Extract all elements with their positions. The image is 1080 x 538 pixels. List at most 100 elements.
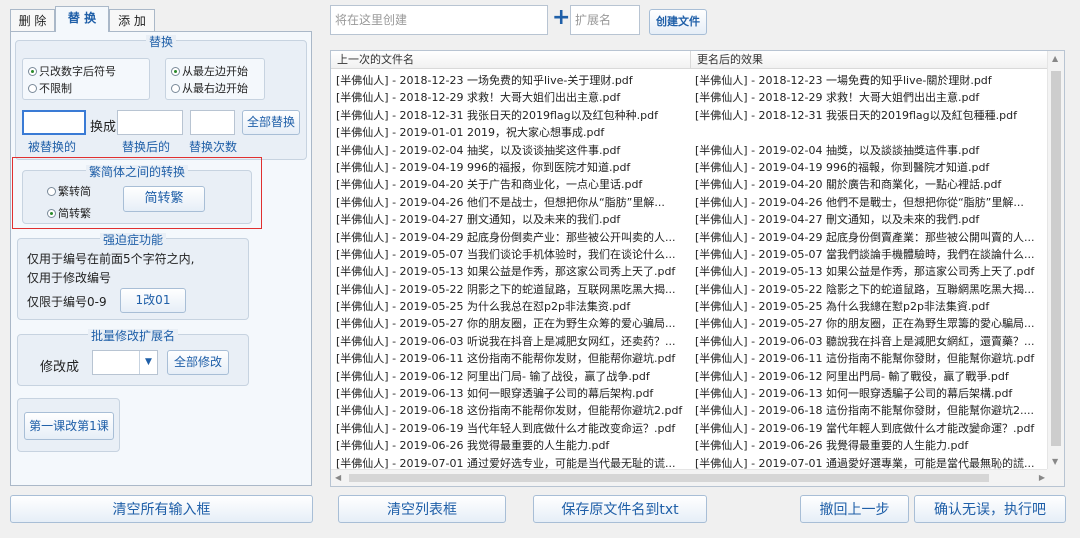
clear-list-button[interactable]: 清空列表框 [338, 495, 506, 523]
table-row[interactable]: [半佛仙人] - 2019-05-25 为什么我总在怼p2p非法集资.pdf [半… [331, 298, 1049, 315]
pad-number-button[interactable]: 1改01 [120, 288, 186, 313]
replaced-text-input[interactable] [22, 110, 86, 135]
radio-checked-icon [28, 67, 37, 76]
old-filename-cell: [半佛仙人] - 2018-12-29 求救！大哥大姐们出出主意.pdf [336, 91, 621, 105]
radio-unchecked-icon [28, 84, 37, 93]
new-filename-cell: [半佛仙人] - 2018-12-23 一場免費的知乎live-關於理財.pdf [695, 74, 992, 87]
replace-title: 替换 [145, 35, 176, 49]
table-row[interactable]: [半佛仙人] - 2019-04-20 关于广告和商业化，一点心里话.pdf [半… [331, 176, 1049, 193]
ext-select[interactable]: ▼ [92, 350, 158, 375]
radio-s2t[interactable]: 简转繁 [47, 205, 91, 221]
old-filename-cell: [半佛仙人] - 2019-06-03 听说我在抖音上是减肥女网红，还卖药？..… [336, 334, 676, 348]
radio-unchecked-icon [171, 84, 180, 93]
chevron-down-icon[interactable]: ▼ [139, 351, 157, 374]
new-filename-cell: [半佛仙人] - 2018-12-29 求救！大哥大姐們出出主意.pdf [695, 91, 980, 105]
table-row[interactable]: [半佛仙人] - 2019-05-07 当我们谈论手机体验时，我们在谈论什么..… [331, 246, 1049, 263]
confirm-execute-button[interactable]: 确认无误，执行吧 [914, 495, 1066, 523]
convert-title: 繁简体之间的转换 [85, 165, 188, 179]
new-filename-cell: [半佛仙人] - 2019-04-26 他們不是戰士，但想把你從“脂肪”里解..… [695, 195, 1024, 209]
replaced-label: 被替换的 [28, 140, 77, 154]
table-row[interactable]: [半佛仙人] - 2019-05-13 如果公益是作秀，那这家公司秀上天了.pd… [331, 263, 1049, 280]
old-filename-cell: [半佛仙人] - 2018-12-23 一场免费的知乎live-关于理财.pdf [336, 74, 633, 87]
scroll-left-icon[interactable]: ◀ [335, 474, 341, 482]
plus-icon: + [552, 5, 571, 30]
file-list[interactable]: 上一次的文件名 更名后的效果 [半佛仙人] - 2018-12-23 一场免费的… [330, 50, 1065, 487]
create-file-button[interactable]: 创建文件 [649, 9, 707, 35]
radio-unlimited[interactable]: 不限制 [28, 80, 72, 96]
new-filename-cell: [半佛仙人] - 2019-04-20 關於廣告和商業化，一點心裡話.pdf [695, 178, 1002, 192]
batch-ext-label: 修改成 [40, 360, 80, 375]
old-filename-cell: [半佛仙人] - 2019-04-19 996的福报，你到医院才知道.pdf [336, 160, 631, 174]
replace-all-button[interactable]: 全部替换 [242, 110, 300, 135]
table-row[interactable]: [半佛仙人] - 2018-12-23 一场免费的知乎live-关于理财.pdf… [331, 72, 1049, 89]
tab-delete[interactable]: 删 除 [10, 9, 55, 31]
table-row[interactable]: [半佛仙人] - 2019-06-19 当代年轻人到底做什么才能改变命运？.pd… [331, 420, 1049, 437]
table-row[interactable]: [半佛仙人] - 2019-04-26 他们不是战士，但想把你从“脂肪”里解..… [331, 194, 1049, 211]
table-row[interactable]: [半佛仙人] - 2019-06-03 听说我在抖音上是减肥女网红，还卖药？..… [331, 333, 1049, 350]
after-label: 替换后的 [122, 140, 171, 154]
old-filename-cell: [半佛仙人] - 2019-06-11 这份指南不能帮你发财，但能帮你避坑.pd… [336, 352, 676, 366]
new-filename-cell: [半佛仙人] - 2019-05-13 如果公益是作秀，那這家公司秀上天了.pd… [695, 265, 1035, 279]
scroll-down-icon[interactable]: ▼ [1052, 458, 1058, 466]
new-filename-cell: [半佛仙人] - 2019-06-19 當代年輕人到底做什么才能改變命運？.pd… [695, 421, 1035, 435]
new-filename-cell: [半佛仙人] - 2019-04-29 起底身份倒賣產業：那些被公開叫賣的人..… [695, 230, 1035, 244]
table-row[interactable]: [半佛仙人] - 2019-01-01 2019，祝大家心想事成.pdf [331, 124, 1049, 141]
extension-input[interactable]: 扩展名 [570, 5, 640, 35]
table-row[interactable]: [半佛仙人] - 2019-06-11 这份指南不能帮你发财，但能帮你避坑.pd… [331, 350, 1049, 367]
new-filename-cell: [半佛仙人] - 2019-05-25 為什么我總在懟p2p非法集資.pdf [695, 300, 990, 314]
radio-from-right[interactable]: 从最右边开始 [171, 80, 248, 96]
replacement-text-input[interactable] [117, 110, 183, 135]
modify-all-button[interactable]: 全部修改 [167, 350, 229, 375]
create-name-input[interactable]: 将在这里创建 [330, 5, 548, 35]
new-filename-cell: [半佛仙人] - 2018-12-31 我張日天的2019flag以及紅包種種.… [695, 108, 1017, 122]
new-filename-cell: [半佛仙人] - 2019-06-18 這份指南不能幫你發財，但能幫你避坑2..… [695, 404, 1034, 418]
scroll-up-icon[interactable]: ▲ [1052, 55, 1058, 63]
clear-inputs-button[interactable]: 清空所有输入框 [10, 495, 313, 523]
hscroll-thumb[interactable] [349, 474, 989, 482]
undo-button[interactable]: 撤回上一步 [800, 495, 909, 523]
table-row[interactable]: [半佛仙人] - 2019-05-22 阴影之下的蛇道鼠路，互联网黑吃黑大揭..… [331, 281, 1049, 298]
table-row[interactable]: [半佛仙人] - 2019-05-27 你的朋友圈，正在为野生众筹的爱心骗局..… [331, 315, 1049, 332]
count-label: 替换次数 [189, 140, 238, 154]
force-note-1: 仅用于编号在前面5个字符之内, [27, 252, 195, 266]
radio-from-left[interactable]: 从最左边开始 [171, 63, 248, 79]
table-row[interactable]: [半佛仙人] - 2018-12-31 我张日天的2019flag以及红包种种.… [331, 107, 1049, 124]
table-row[interactable]: [半佛仙人] - 2019-06-18 这份指南不能帮你发财，但能帮你避坑2.p… [331, 402, 1049, 419]
radio-only-digits[interactable]: 只改数字后符号 [28, 63, 116, 79]
old-filename-cell: [半佛仙人] - 2019-04-20 关于广告和商业化，一点心里话.pdf [336, 178, 643, 192]
radio-unchecked-icon [47, 187, 56, 196]
new-filename-cell: [半佛仙人] - 2019-05-27 你的朋友圈，正在為野生眾籌的愛心騙局..… [695, 317, 1035, 331]
column-header-old[interactable]: 上一次的文件名 [331, 51, 691, 69]
table-row[interactable]: [半佛仙人] - 2019-06-13 如何一眼穿透骗子公司的幕后架构.pdf [… [331, 385, 1049, 402]
change-to-label: 换成 [90, 120, 117, 135]
table-row[interactable]: [半佛仙人] - 2019-04-19 996的福报，你到医院才知道.pdf [半… [331, 159, 1049, 176]
table-row[interactable]: [半佛仙人] - 2018-12-29 求救！大哥大姐们出出主意.pdf [半佛仙… [331, 89, 1049, 106]
tab-add[interactable]: 添 加 [109, 9, 155, 31]
scroll-right-icon[interactable]: ▶ [1039, 474, 1045, 482]
s2t-button[interactable]: 简转繁 [123, 186, 205, 212]
column-header-new[interactable]: 更名后的效果 [691, 51, 1051, 69]
old-filename-cell: [半佛仙人] - 2019-05-07 当我们谈论手机体验时，我们在谈论什么..… [336, 247, 676, 261]
horizontal-scrollbar[interactable]: ◀ ▶ [331, 469, 1049, 486]
force-title: 强迫症功能 [99, 233, 166, 247]
table-row[interactable]: [半佛仙人] - 2019-02-04 抽奖，以及谈谈抽奖这件事.pdf [半佛仙… [331, 142, 1049, 159]
scroll-thumb[interactable] [1051, 71, 1061, 446]
radio-checked-icon [171, 67, 180, 76]
tab-replace[interactable]: 替 换 [55, 6, 109, 32]
table-row[interactable]: [半佛仙人] - 2019-04-29 起底身份倒卖产业：那些被公开叫卖的人..… [331, 229, 1049, 246]
lesson-button[interactable]: 第一课改第1课 [24, 412, 114, 440]
replace-count-input[interactable] [190, 110, 235, 135]
old-filename-cell: [半佛仙人] - 2019-06-13 如何一眼穿透骗子公司的幕后架构.pdf [336, 387, 654, 401]
save-txt-button[interactable]: 保存原文件名到txt [533, 495, 707, 523]
old-filename-cell: [半佛仙人] - 2019-02-04 抽奖，以及谈谈抽奖这件事.pdf [336, 143, 621, 157]
old-filename-cell: [半佛仙人] - 2019-05-13 如果公益是作秀，那这家公司秀上天了.pd… [336, 265, 676, 279]
new-filename-cell: [半佛仙人] - 2019-06-13 如何一眼穿透騙子公司的幕后架構.pdf [695, 387, 1013, 401]
new-filename-cell: [半佛仙人] - 2019-04-19 996的福報，你到醫院才知道.pdf [695, 160, 990, 174]
old-filename-cell: [半佛仙人] - 2019-04-29 起底身份倒卖产业：那些被公开叫卖的人..… [336, 230, 676, 244]
table-row[interactable]: [半佛仙人] - 2019-04-27 删文通知，以及未来的我们.pdf [半佛仙… [331, 211, 1049, 228]
table-row[interactable]: [半佛仙人] - 2019-06-26 我觉得最重要的人生能力.pdf [半佛仙人… [331, 437, 1049, 454]
radio-t2s[interactable]: 繁转简 [47, 183, 91, 199]
table-row[interactable]: [半佛仙人] - 2019-06-12 阿里出门局- 输了战役，赢了战争.pdf… [331, 368, 1049, 385]
vertical-scrollbar[interactable]: ▲ ▼ [1047, 51, 1064, 470]
old-filename-cell: [半佛仙人] - 2019-06-26 我觉得最重要的人生能力.pdf [336, 439, 610, 453]
